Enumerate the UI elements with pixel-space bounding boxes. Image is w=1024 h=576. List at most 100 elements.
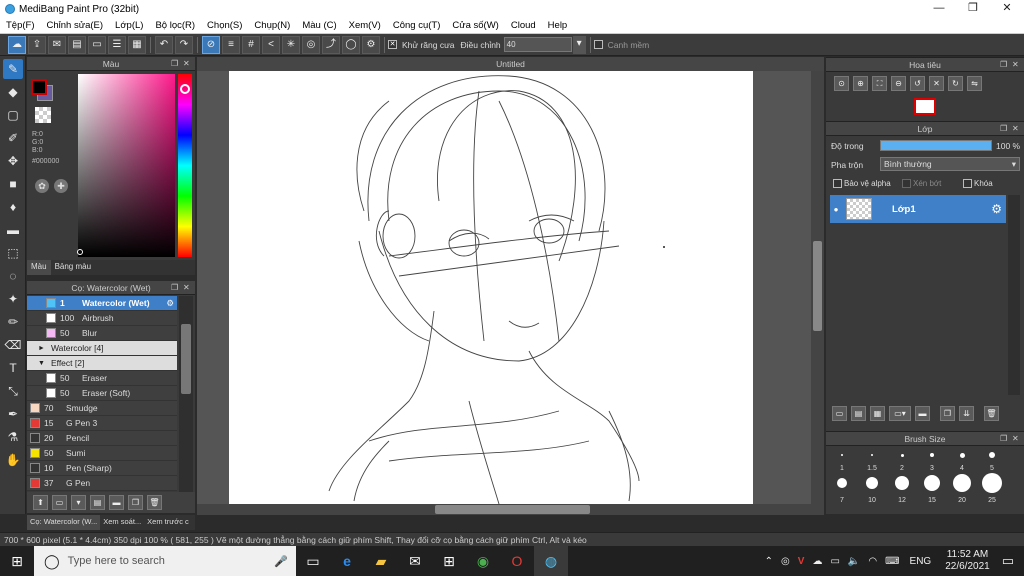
comment-icon[interactable]: ✉ [48,35,66,54]
saturation-value-picker[interactable] [78,74,175,257]
settings-gear-icon[interactable]: ⚙ [362,35,380,54]
undock-icon[interactable]: ❐ [171,57,178,71]
volume-icon[interactable]: 🔈 [848,556,860,567]
hue-slider[interactable] [178,74,192,257]
opera-icon[interactable]: O [500,546,534,576]
brush-size-dot[interactable] [900,453,904,457]
tab-brush[interactable]: Cọ: Watercolor (W... [27,515,101,530]
close-icon[interactable]: ✕ [1012,122,1019,136]
horizontal-scrollbar[interactable] [197,504,824,515]
brush-size-dot[interactable] [930,453,934,457]
menu-item-1[interactable]: Chỉnh sửa(E) [41,20,110,31]
rotate-left-icon[interactable]: ↺ [910,76,925,91]
duplicate-icon[interactable]: ❐ [940,405,955,421]
chrome-icon[interactable]: ◉ [466,546,500,576]
tab-color[interactable]: Màu [27,260,51,275]
menu-item-2[interactable]: Lớp(L) [109,20,149,31]
ellipse-snap-icon[interactable]: ◯ [342,35,360,54]
palette-icon[interactable]: ✿ [35,179,49,193]
palette-add-icon[interactable]: ✚ [54,179,68,193]
zoom-fit-icon[interactable]: ⊙ [834,76,849,91]
brush-size-dot[interactable] [837,478,847,488]
navigator-thumbnail[interactable] [914,98,936,115]
perspective-snap-icon[interactable]: < [262,35,280,54]
duplicate-icon[interactable]: ❐ [128,495,143,510]
menu-item-3[interactable]: Bộ lọc(R) [149,20,201,31]
protect-alpha-option[interactable]: Bảo vệ alpha [833,179,891,189]
magic-wand-icon[interactable]: ✦ [3,289,23,309]
brush-row[interactable]: 50 Blur [27,326,177,341]
cloud-icon[interactable]: ☁ [8,35,26,54]
expand-arrow-icon[interactable]: ► [38,345,45,352]
lock-option[interactable]: Khóa [963,179,993,189]
edge-checkbox[interactable] [593,40,603,49]
clock[interactable]: 11:52 AM 22/6/2021 [945,549,990,573]
hue-cursor[interactable] [180,84,190,94]
mail-icon[interactable]: ✉ [398,546,432,576]
eyedropper-icon[interactable]: ⚗ [3,427,23,447]
expand-arrow-icon[interactable]: ▼ [38,360,45,367]
page-icon[interactable]: ▭ [88,35,106,54]
tab-preview[interactable]: Xem trước c [144,515,192,530]
brush-size-dot[interactable] [866,477,878,489]
scrollbar-thumb[interactable] [813,241,822,331]
zoom-in-icon[interactable]: ⊕ [853,76,868,91]
task-view-icon[interactable]: ▭ [296,546,330,576]
lasso-tool-icon[interactable]: ◌ [3,266,23,286]
undock-icon[interactable]: ❐ [1000,122,1007,136]
menu-item-10[interactable]: Cloud [505,20,542,31]
brush-size-dot[interactable] [953,474,971,492]
new-layer-8bit-icon[interactable]: ▦ [870,405,885,421]
battery-icon[interactable]: ▭ [830,556,839,567]
grid-snap-icon[interactable]: # [242,35,260,54]
copy-brush-icon[interactable]: ▤ [90,495,105,510]
microphone-icon[interactable]: 🎤 [274,555,288,568]
tray-chevron-icon[interactable]: ⌃ [765,556,773,567]
blend-mode-select[interactable]: Bình thường ▾ [880,157,1020,171]
menu-item-6[interactable]: Màu (C) [296,20,342,31]
tab-view-control[interactable]: Xem soát... [100,515,144,530]
minimize-button[interactable]: — [922,0,956,18]
maximize-button[interactable]: ❐ [956,0,990,18]
close-icon[interactable]: ✕ [183,57,190,71]
edge-browser-icon[interactable]: e [330,546,364,576]
merge-down-icon[interactable]: ⇊ [959,405,974,421]
brush-menu-icon[interactable]: ▾ [71,495,86,510]
dot-tool-icon[interactable]: ✐ [3,128,23,148]
add-layer-menu-icon[interactable]: ▭▾ [889,405,911,421]
tray-app-icon[interactable]: ◎ [781,556,790,567]
windows-start-icon[interactable]: ⊞ [0,546,34,576]
trash-icon[interactable]: 🗑 [147,495,162,510]
redo-icon[interactable]: ↷ [175,35,193,54]
clip-checkbox[interactable] [902,179,911,189]
menu-item-9[interactable]: Cửa số(W) [446,20,504,31]
menu-item-5[interactable]: Chụp(N) [248,20,296,31]
circle-snap-icon[interactable]: ◎ [302,35,320,54]
eye-icon[interactable]: ● [830,205,842,214]
adjust-input[interactable]: 40 [503,37,572,52]
brush-group[interactable]: ▼ Effect [2] [27,356,177,371]
brush-row[interactable]: 20 Pencil [27,431,177,446]
protect-alpha-checkbox[interactable] [833,179,842,189]
scrollbar-thumb[interactable] [435,505,590,514]
folder-icon[interactable]: ▬ [915,405,930,421]
operation-tool-icon[interactable]: ⤡ [3,381,23,401]
brush-size-dot[interactable] [989,452,995,458]
share-icon[interactable]: ⇪ [28,35,46,54]
snap-off-icon[interactable]: ⊘ [202,35,220,54]
menu-item-4[interactable]: Chọn(S) [201,20,248,31]
search-box[interactable]: ◯ Type here to search 🎤 [34,546,296,576]
new-layer-alt-icon[interactable]: ▤ [851,405,866,421]
curve-snap-icon[interactable]: ⤴ [322,35,340,54]
close-icon[interactable]: ✕ [183,281,190,295]
sv-cursor[interactable] [77,249,83,255]
trash-icon[interactable]: 🗑 [984,405,999,421]
chevron-down-icon[interactable]: ▾ [572,35,586,54]
gradient-tool-icon[interactable]: ▬ [3,220,23,240]
fit-window-icon[interactable]: ⛶ [872,76,887,91]
select-eraser-icon[interactable]: ⌫ [3,335,23,355]
lock-checkbox[interactable] [963,179,972,189]
brush-row[interactable]: 10 Pen (Sharp) [27,461,177,476]
select-pen-icon[interactable]: ✏ [3,312,23,332]
brush-row[interactable]: 15 G Pen 3 [27,416,177,431]
